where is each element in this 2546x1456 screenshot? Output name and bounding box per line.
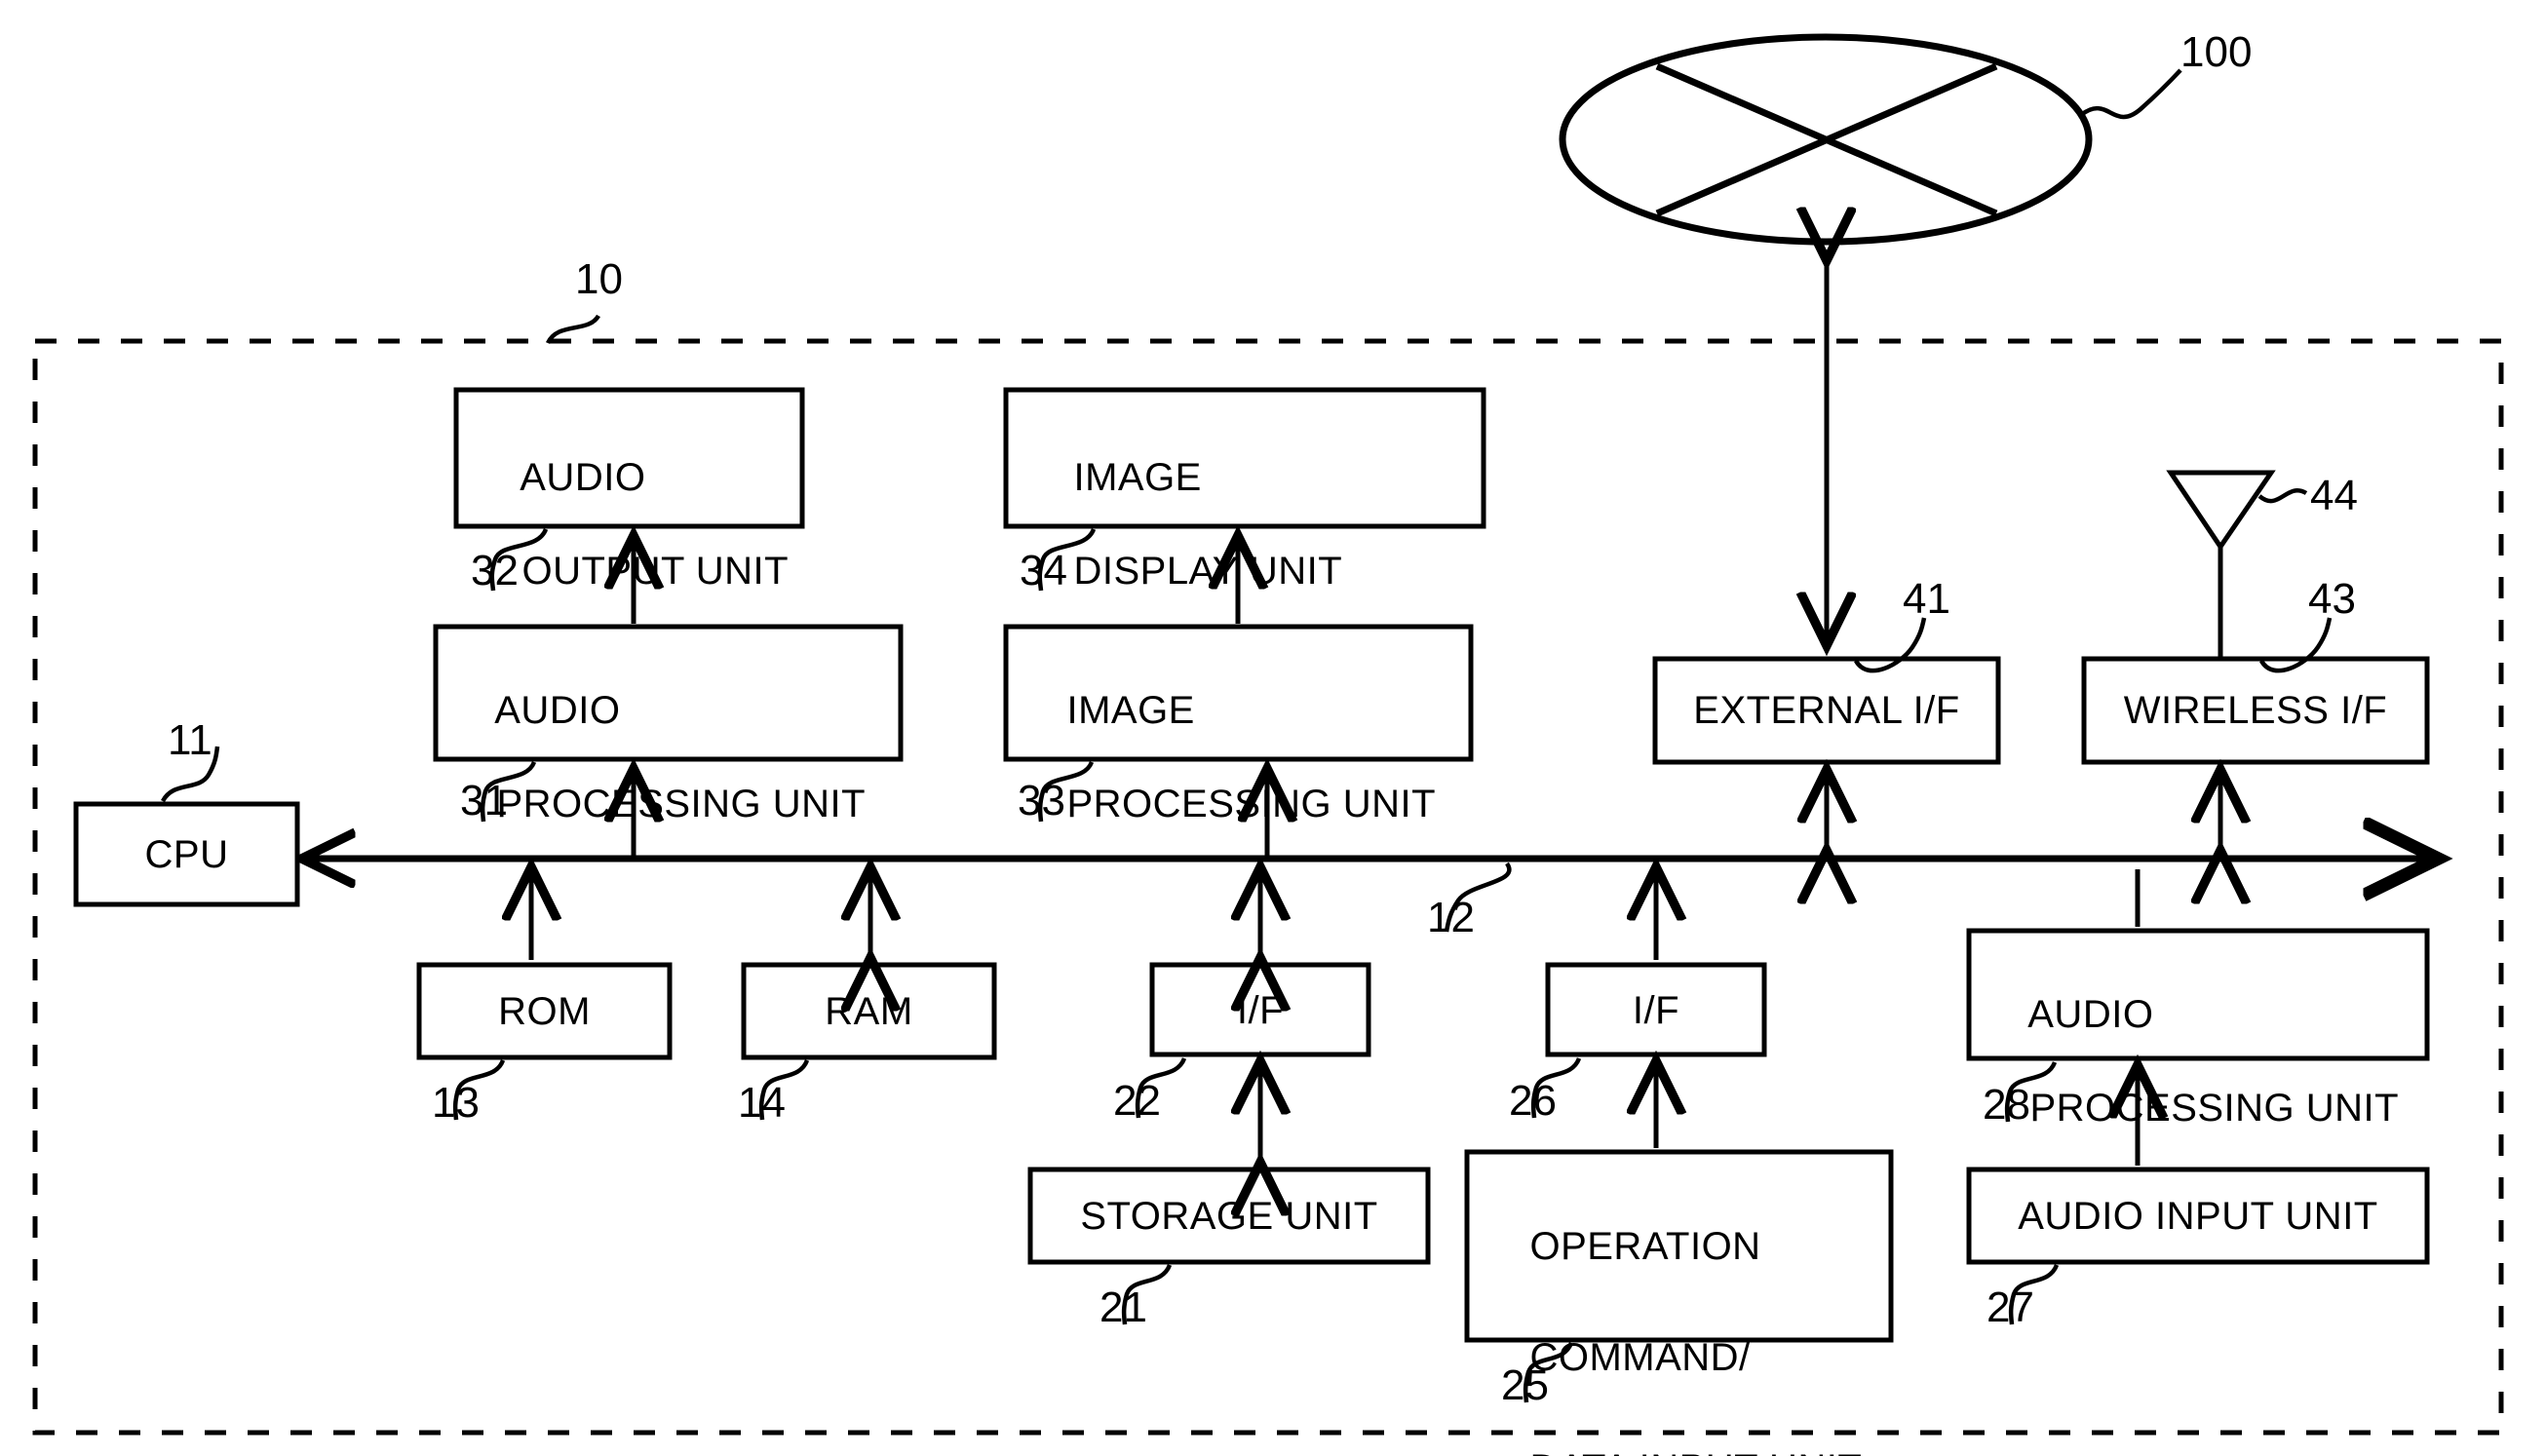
ref-41: 41 xyxy=(1903,575,1950,623)
ref-27: 27 xyxy=(1987,1284,2034,1331)
ref-14: 14 xyxy=(738,1079,786,1127)
ref-12: 12 xyxy=(1427,894,1475,941)
ref-33: 33 xyxy=(1018,777,1065,824)
antenna-icon xyxy=(2166,470,2276,552)
ref-22: 22 xyxy=(1113,1077,1161,1125)
diagram-vector-layer xyxy=(32,33,2504,1436)
ref-26: 26 xyxy=(1509,1077,1557,1125)
block-storage-unit[interactable] xyxy=(1027,1167,1431,1265)
block-ram[interactable] xyxy=(741,962,997,1060)
block-audio-processing-unit-output[interactable] xyxy=(433,624,904,762)
block-if-operation[interactable] xyxy=(1545,962,1767,1057)
ref-100: 100 xyxy=(2180,28,2253,76)
ref-10: 10 xyxy=(575,255,623,303)
ref-25: 25 xyxy=(1501,1361,1549,1409)
ref-31: 31 xyxy=(460,777,508,824)
ref-34: 34 xyxy=(1020,547,1067,594)
ref-21: 21 xyxy=(1099,1284,1147,1331)
block-operation-command-data-input-unit[interactable] xyxy=(1464,1149,1894,1343)
block-wireless-if[interactable] xyxy=(2081,656,2430,765)
ref-28: 28 xyxy=(1983,1081,2030,1129)
ref-13: 13 xyxy=(432,1079,480,1127)
block-image-processing-unit[interactable] xyxy=(1003,624,1474,762)
block-if-storage[interactable] xyxy=(1149,962,1371,1057)
block-image-display-unit[interactable] xyxy=(1003,387,1486,529)
ref-11: 11 xyxy=(168,716,212,764)
block-external-if[interactable] xyxy=(1652,656,2001,765)
block-rom[interactable] xyxy=(416,962,673,1060)
block-cpu[interactable] xyxy=(73,801,300,907)
patent-figure-canvas: AUDIO OUTPUT UNIT AUDIO PROCESSING UNIT … xyxy=(0,0,2546,1456)
ref-44: 44 xyxy=(2310,472,2358,519)
block-audio-output-unit[interactable] xyxy=(453,387,805,529)
ref-32: 32 xyxy=(471,547,519,594)
block-audio-input-unit[interactable] xyxy=(1966,1167,2430,1265)
block-audio-processing-unit-input[interactable] xyxy=(1966,928,2430,1061)
ref-43: 43 xyxy=(2308,575,2356,623)
ref-leader-44 xyxy=(2257,488,2308,504)
ref-leader-100 xyxy=(2079,68,2182,120)
